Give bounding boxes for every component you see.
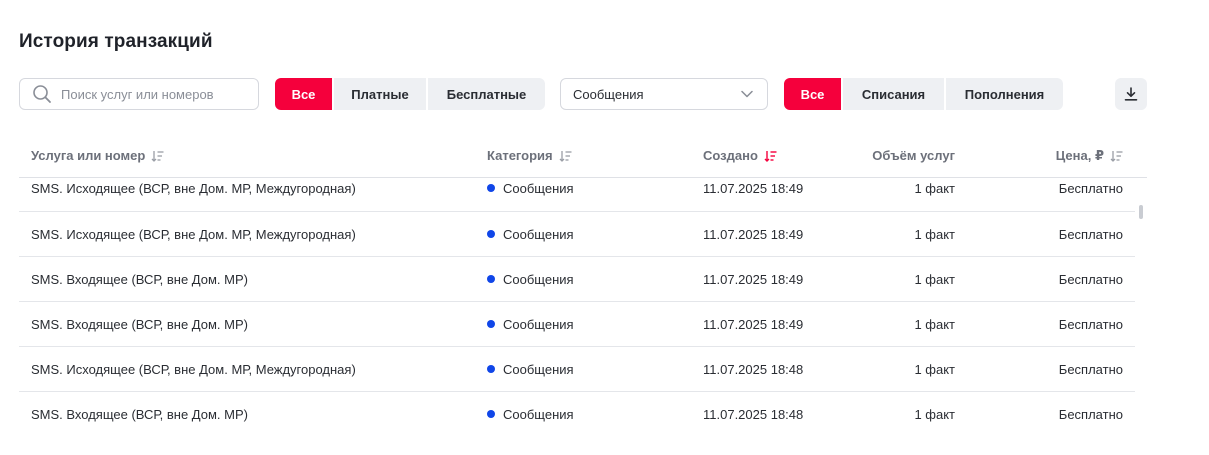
column-header-label: Создано (703, 148, 758, 163)
cell-volume: 1 факт (914, 317, 955, 332)
category-select-value: Сообщения (573, 86, 644, 102)
download-button[interactable] (1115, 78, 1147, 110)
cell-category: Сообщения (487, 227, 574, 242)
download-icon (1124, 87, 1138, 101)
search-input[interactable]: Поиск услуг или номеров (19, 78, 259, 110)
cell-volume: 1 факт (914, 227, 955, 242)
table-row[interactable]: SMS. Входящее (ВСР, вне Дом. МР) Сообщен… (19, 392, 1135, 437)
cell-volume: 1 факт (914, 272, 955, 287)
direction-filter-debits-button[interactable]: Списания (843, 78, 944, 110)
category-select[interactable]: Сообщения (560, 78, 768, 110)
page-title: История транзакций (19, 31, 213, 52)
cell-service: SMS. Исходящее (ВСР, вне Дом. МР, Междуг… (31, 227, 356, 242)
cell-created: 11.07.2025 18:48 (703, 362, 804, 377)
cell-service: SMS. Входящее (ВСР, вне Дом. МР) (31, 407, 248, 422)
category-dot-icon (487, 365, 495, 373)
sort-icon (1110, 151, 1123, 162)
cell-category-label: Сообщения (503, 181, 574, 196)
column-header-volume: Объём услуг (872, 148, 955, 163)
table-header: Услуга или номер Категория Создано Объём… (19, 136, 1147, 178)
column-header-label: Услуга или номер (31, 148, 146, 163)
cell-price: Бесплатно (1058, 227, 1123, 242)
paid-filter-free-button[interactable]: Бесплатные (428, 78, 545, 110)
chevron-down-icon (741, 90, 753, 98)
direction-filter-topups-button[interactable]: Пополнения (946, 78, 1063, 110)
cell-category-label: Сообщения (503, 317, 574, 332)
column-header-service[interactable]: Услуга или номер (31, 148, 164, 163)
direction-filter-all-button[interactable]: Все (784, 78, 841, 110)
table-row[interactable]: SMS. Входящее (ВСР, вне Дом. МР) Сообщен… (19, 257, 1135, 302)
table-row[interactable]: SMS. Входящее (ВСР, вне Дом. МР) Сообщен… (19, 302, 1135, 347)
cell-service: SMS. Входящее (ВСР, вне Дом. МР) (31, 272, 248, 287)
cell-category: Сообщения (487, 362, 574, 377)
cell-volume: 1 факт (914, 181, 955, 196)
table-row[interactable]: SMS. Исходящее (ВСР, вне Дом. МР, Междуг… (19, 212, 1135, 257)
cell-price: Бесплатно (1058, 272, 1123, 287)
cell-created: 11.07.2025 18:49 (703, 227, 804, 242)
cell-price: Бесплатно (1058, 317, 1123, 332)
table-body: SMS. Исходящее (ВСР, вне Дом. МР, Междуг… (19, 178, 1135, 437)
cell-volume: 1 факт (914, 362, 955, 377)
paid-filter: Все Платные Бесплатные (275, 78, 545, 110)
cell-service: SMS. Исходящее (ВСР, вне Дом. МР, Междуг… (31, 362, 356, 377)
column-header-label: Цена, ₽ (1055, 148, 1104, 163)
cell-created: 11.07.2025 18:49 (703, 181, 804, 196)
column-header-label: Объём услуг (872, 148, 955, 163)
cell-created: 11.07.2025 18:49 (703, 317, 804, 332)
table-row[interactable]: SMS. Исходящее (ВСР, вне Дом. МР, Междуг… (19, 178, 1135, 212)
category-dot-icon (487, 320, 495, 328)
table-scrollbar[interactable] (1139, 205, 1143, 219)
cell-category-label: Сообщения (503, 362, 574, 377)
direction-filter: Все Списания Пополнения (784, 78, 1063, 110)
cell-category-label: Сообщения (503, 407, 574, 422)
cell-category-label: Сообщения (503, 227, 574, 242)
cell-price: Бесплатно (1058, 181, 1123, 196)
category-dot-icon (487, 230, 495, 238)
cell-category: Сообщения (487, 317, 574, 332)
category-dot-icon (487, 184, 495, 192)
cell-price: Бесплатно (1058, 407, 1123, 422)
column-header-label: Категория (487, 148, 553, 163)
cell-category: Сообщения (487, 181, 574, 196)
cell-service: SMS. Входящее (ВСР, вне Дом. МР) (31, 317, 248, 332)
paid-filter-paid-button[interactable]: Платные (334, 78, 426, 110)
cell-category-label: Сообщения (503, 272, 574, 287)
category-dot-icon (487, 410, 495, 418)
cell-service: SMS. Исходящее (ВСР, вне Дом. МР, Междуг… (31, 181, 356, 196)
search-icon (33, 85, 51, 103)
cell-price: Бесплатно (1058, 362, 1123, 377)
cell-created: 11.07.2025 18:48 (703, 407, 804, 422)
sort-desc-active-icon (764, 150, 777, 162)
table-row[interactable]: SMS. Исходящее (ВСР, вне Дом. МР, Междуг… (19, 347, 1135, 392)
search-placeholder: Поиск услуг или номеров (61, 86, 214, 102)
cell-category: Сообщения (487, 272, 574, 287)
sort-icon (151, 150, 164, 162)
cell-volume: 1 факт (914, 407, 955, 422)
cell-category: Сообщения (487, 407, 574, 422)
paid-filter-all-button[interactable]: Все (275, 78, 332, 110)
sort-icon (559, 150, 572, 162)
column-header-price[interactable]: Цена, ₽ (1056, 148, 1123, 164)
cell-created: 11.07.2025 18:49 (703, 272, 804, 287)
column-header-category[interactable]: Категория (487, 148, 572, 163)
category-dot-icon (487, 275, 495, 283)
column-header-created[interactable]: Создано (703, 148, 777, 163)
